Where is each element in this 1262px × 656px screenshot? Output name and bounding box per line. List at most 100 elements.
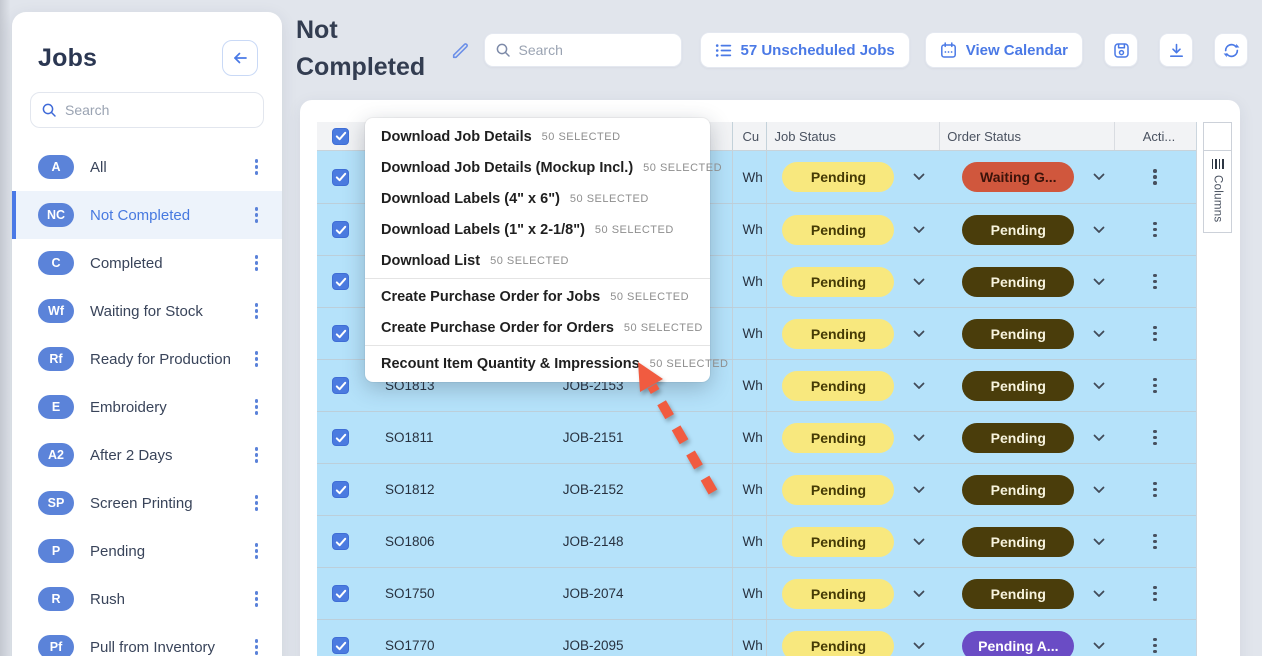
download-button[interactable] <box>1159 33 1193 67</box>
chevron-down-icon[interactable] <box>913 173 925 181</box>
sidebar-item[interactable]: Rf Ready for Production <box>12 335 282 383</box>
row-actions-kebab-icon[interactable] <box>1149 478 1161 502</box>
select-all-checkbox[interactable] <box>332 128 349 145</box>
table-row[interactable]: SO1770 JOB-2095 Wh Pending Pending A... <box>317 619 1196 656</box>
row-actions-kebab-icon[interactable] <box>1149 634 1161 656</box>
header-customer[interactable]: Cu <box>732 122 768 150</box>
menu-item[interactable]: Download Labels (1" x 2-1/8") 50 SELECTE… <box>365 214 710 245</box>
chevron-down-icon[interactable] <box>1093 590 1105 598</box>
menu-item[interactable]: Download Labels (4" x 6") 50 SELECTED <box>365 183 710 214</box>
edit-title-button[interactable] <box>450 40 471 61</box>
job-status-pill[interactable]: Pending <box>782 267 894 297</box>
job-status-pill[interactable]: Pending <box>782 631 894 656</box>
chevron-down-icon[interactable] <box>913 434 925 442</box>
view-calendar-button[interactable]: View Calendar <box>925 32 1083 68</box>
row-checkbox[interactable] <box>332 377 349 394</box>
row-actions-kebab-icon[interactable] <box>1149 165 1161 189</box>
row-checkbox[interactable] <box>332 637 349 654</box>
chevron-down-icon[interactable] <box>1093 330 1105 338</box>
order-status-pill[interactable]: Waiting G... <box>962 162 1074 192</box>
table-row[interactable]: SO1811 JOB-2151 Wh Pending Pending <box>317 411 1196 463</box>
row-checkbox[interactable] <box>332 221 349 238</box>
row-actions-kebab-icon[interactable] <box>1149 374 1161 398</box>
order-status-pill[interactable]: Pending <box>962 319 1074 349</box>
order-status-pill[interactable]: Pending A... <box>962 631 1074 656</box>
sidebar-item[interactable]: A All <box>12 143 282 191</box>
job-status-pill[interactable]: Pending <box>782 371 894 401</box>
item-options-kebab-icon[interactable] <box>251 155 263 179</box>
item-options-kebab-icon[interactable] <box>251 491 263 515</box>
job-status-pill[interactable]: Pending <box>782 579 894 609</box>
sidebar-item[interactable]: Wf Waiting for Stock <box>12 287 282 335</box>
sidebar-item[interactable]: R Rush <box>12 575 282 623</box>
chevron-down-icon[interactable] <box>913 486 925 494</box>
row-actions-kebab-icon[interactable] <box>1149 582 1161 606</box>
item-options-kebab-icon[interactable] <box>251 395 263 419</box>
menu-item[interactable]: Download List 50 SELECTED <box>365 245 710 276</box>
sidebar-search-input[interactable] <box>65 102 253 118</box>
menu-item[interactable]: Download Job Details 50 SELECTED <box>365 121 710 152</box>
chevron-down-icon[interactable] <box>1093 434 1105 442</box>
chevron-down-icon[interactable] <box>1093 642 1105 650</box>
item-options-kebab-icon[interactable] <box>251 635 263 656</box>
row-actions-kebab-icon[interactable] <box>1149 218 1161 242</box>
job-status-pill[interactable]: Pending <box>782 527 894 557</box>
header-job-status[interactable]: Job Status <box>767 129 939 144</box>
sidebar-item[interactable]: C Completed <box>12 239 282 287</box>
chevron-down-icon[interactable] <box>1093 486 1105 494</box>
order-status-pill[interactable]: Pending <box>962 215 1074 245</box>
job-status-pill[interactable]: Pending <box>782 423 894 453</box>
row-checkbox[interactable] <box>332 585 349 602</box>
chevron-down-icon[interactable] <box>913 382 925 390</box>
item-options-kebab-icon[interactable] <box>251 203 263 227</box>
chevron-down-icon[interactable] <box>1093 226 1105 234</box>
chevron-down-icon[interactable] <box>1093 382 1105 390</box>
order-status-pill[interactable]: Pending <box>962 475 1074 505</box>
collapse-sidebar-button[interactable] <box>222 40 258 76</box>
sidebar-item[interactable]: E Embroidery <box>12 383 282 431</box>
item-options-kebab-icon[interactable] <box>251 251 263 275</box>
job-status-pill[interactable]: Pending <box>782 215 894 245</box>
sidebar-item[interactable]: Pf Pull from Inventory <box>12 623 282 656</box>
row-checkbox[interactable] <box>332 429 349 446</box>
item-options-kebab-icon[interactable] <box>251 443 263 467</box>
save-button[interactable] <box>1104 33 1138 67</box>
menu-item[interactable]: Create Purchase Order for Jobs 50 SELECT… <box>365 281 710 312</box>
menu-item[interactable]: Download Job Details (Mockup Incl.) 50 S… <box>365 152 710 183</box>
chevron-down-icon[interactable] <box>913 538 925 546</box>
chevron-down-icon[interactable] <box>913 642 925 650</box>
chevron-down-icon[interactable] <box>913 330 925 338</box>
item-options-kebab-icon[interactable] <box>251 587 263 611</box>
sidebar-item[interactable]: SP Screen Printing <box>12 479 282 527</box>
item-options-kebab-icon[interactable] <box>251 539 263 563</box>
row-checkbox[interactable] <box>332 481 349 498</box>
item-options-kebab-icon[interactable] <box>251 347 263 371</box>
row-checkbox[interactable] <box>332 169 349 186</box>
row-actions-kebab-icon[interactable] <box>1149 270 1161 294</box>
chevron-down-icon[interactable] <box>1093 278 1105 286</box>
chevron-down-icon[interactable] <box>913 278 925 286</box>
chevron-down-icon[interactable] <box>1093 173 1105 181</box>
sidebar-item[interactable]: NC Not Completed <box>12 191 282 239</box>
row-checkbox[interactable] <box>332 325 349 342</box>
sidebar-item[interactable]: A2 After 2 Days <box>12 431 282 479</box>
chevron-down-icon[interactable] <box>913 590 925 598</box>
row-actions-kebab-icon[interactable] <box>1149 530 1161 554</box>
row-actions-kebab-icon[interactable] <box>1149 426 1161 450</box>
row-actions-kebab-icon[interactable] <box>1149 322 1161 346</box>
order-status-pill[interactable]: Pending <box>962 579 1074 609</box>
chevron-down-icon[interactable] <box>913 226 925 234</box>
order-status-pill[interactable]: Pending <box>962 267 1074 297</box>
job-status-pill[interactable]: Pending <box>782 162 894 192</box>
table-row[interactable]: SO1812 JOB-2152 Wh Pending Pending <box>317 463 1196 515</box>
job-status-pill[interactable]: Pending <box>782 475 894 505</box>
order-status-pill[interactable]: Pending <box>962 371 1074 401</box>
menu-item[interactable]: Recount Item Quantity & Impressions 50 S… <box>365 348 710 379</box>
table-row[interactable]: SO1806 JOB-2148 Wh Pending Pending <box>317 515 1196 567</box>
order-status-pill[interactable]: Pending <box>962 423 1074 453</box>
table-search-input[interactable] <box>519 42 671 58</box>
item-options-kebab-icon[interactable] <box>251 299 263 323</box>
sidebar-item[interactable]: P Pending <box>12 527 282 575</box>
chevron-down-icon[interactable] <box>1093 538 1105 546</box>
header-order-status[interactable]: Order Status <box>939 122 1114 150</box>
